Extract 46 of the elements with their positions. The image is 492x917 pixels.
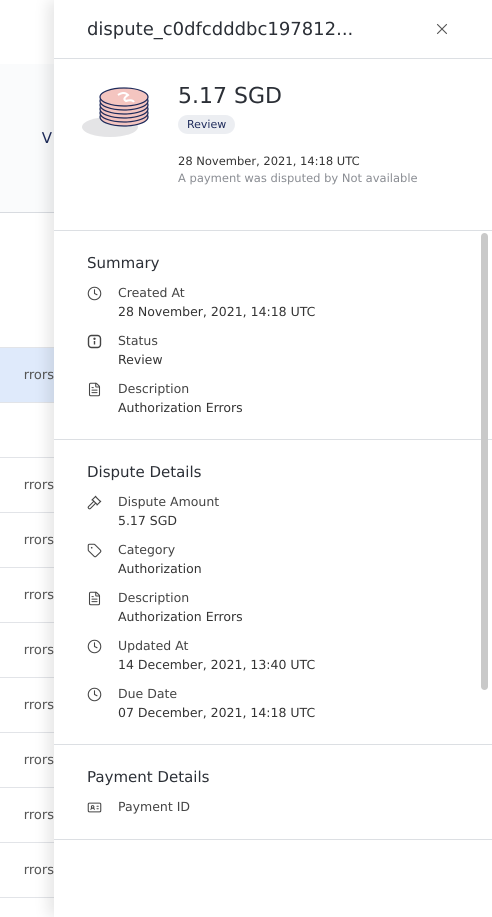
- field-label: Created At: [118, 285, 186, 300]
- table-row[interactable]: rrors: [0, 348, 54, 403]
- document-icon: [87, 382, 102, 397]
- status-badge: Review: [178, 115, 236, 134]
- field-label: Dispute Amount: [118, 494, 220, 509]
- field-value: Authorization: [118, 561, 202, 576]
- field-label: Due Date: [118, 686, 178, 701]
- field-value: 14 December, 2021, 13:40 UTC: [118, 657, 316, 672]
- table-cell: rrors: [24, 478, 54, 492]
- field-label: Description: [118, 590, 190, 605]
- section-heading: Dispute Details: [87, 463, 202, 481]
- field-value: 07 December, 2021, 14:18 UTC: [118, 705, 316, 720]
- table-cell: rrors: [24, 752, 54, 768]
- field-value: Authorization Errors: [118, 609, 243, 624]
- id-card-icon: [87, 800, 102, 815]
- gavel-icon: [87, 495, 102, 510]
- document-icon: [87, 591, 102, 606]
- table-cell: rrors: [24, 588, 54, 602]
- field-label: Status: [118, 333, 159, 348]
- dispute-amount: 5.17 SGD: [178, 84, 282, 109]
- clock-icon: [87, 639, 102, 654]
- scrollbar[interactable]: [481, 233, 488, 690]
- section-heading: Summary: [87, 254, 160, 272]
- field-label: Category: [118, 542, 176, 557]
- info-icon: [87, 334, 102, 349]
- table-cell: rrors: [24, 698, 54, 712]
- field-value: 5.17 SGD: [118, 513, 178, 528]
- table-cell: rrors: [24, 368, 54, 382]
- field-value: Review: [118, 352, 163, 367]
- tag-icon: [87, 543, 102, 558]
- table-cell: rrors: [24, 808, 54, 822]
- column-heading: V: [42, 129, 52, 147]
- field-value: Authorization Errors: [118, 400, 243, 415]
- table-cell: rrors: [24, 532, 54, 548]
- table-cell: rrors: [24, 862, 54, 878]
- dispute-date: 28 November, 2021, 14:18 UTC: [178, 154, 360, 168]
- field-label: Description: [118, 381, 190, 396]
- section-heading: Payment Details: [87, 768, 210, 786]
- field-label: Updated At: [118, 638, 190, 653]
- field-label: Payment ID: [118, 799, 190, 814]
- clock-icon: [87, 286, 102, 301]
- clock-icon: [87, 687, 102, 702]
- field-value: 28 November, 2021, 14:18 UTC: [118, 304, 316, 319]
- table-cell: rrors: [24, 642, 54, 658]
- panel-title: dispute_c0dfcdddbc197812...: [87, 18, 354, 40]
- dispute-note: A payment was disputed by Not available: [178, 171, 418, 185]
